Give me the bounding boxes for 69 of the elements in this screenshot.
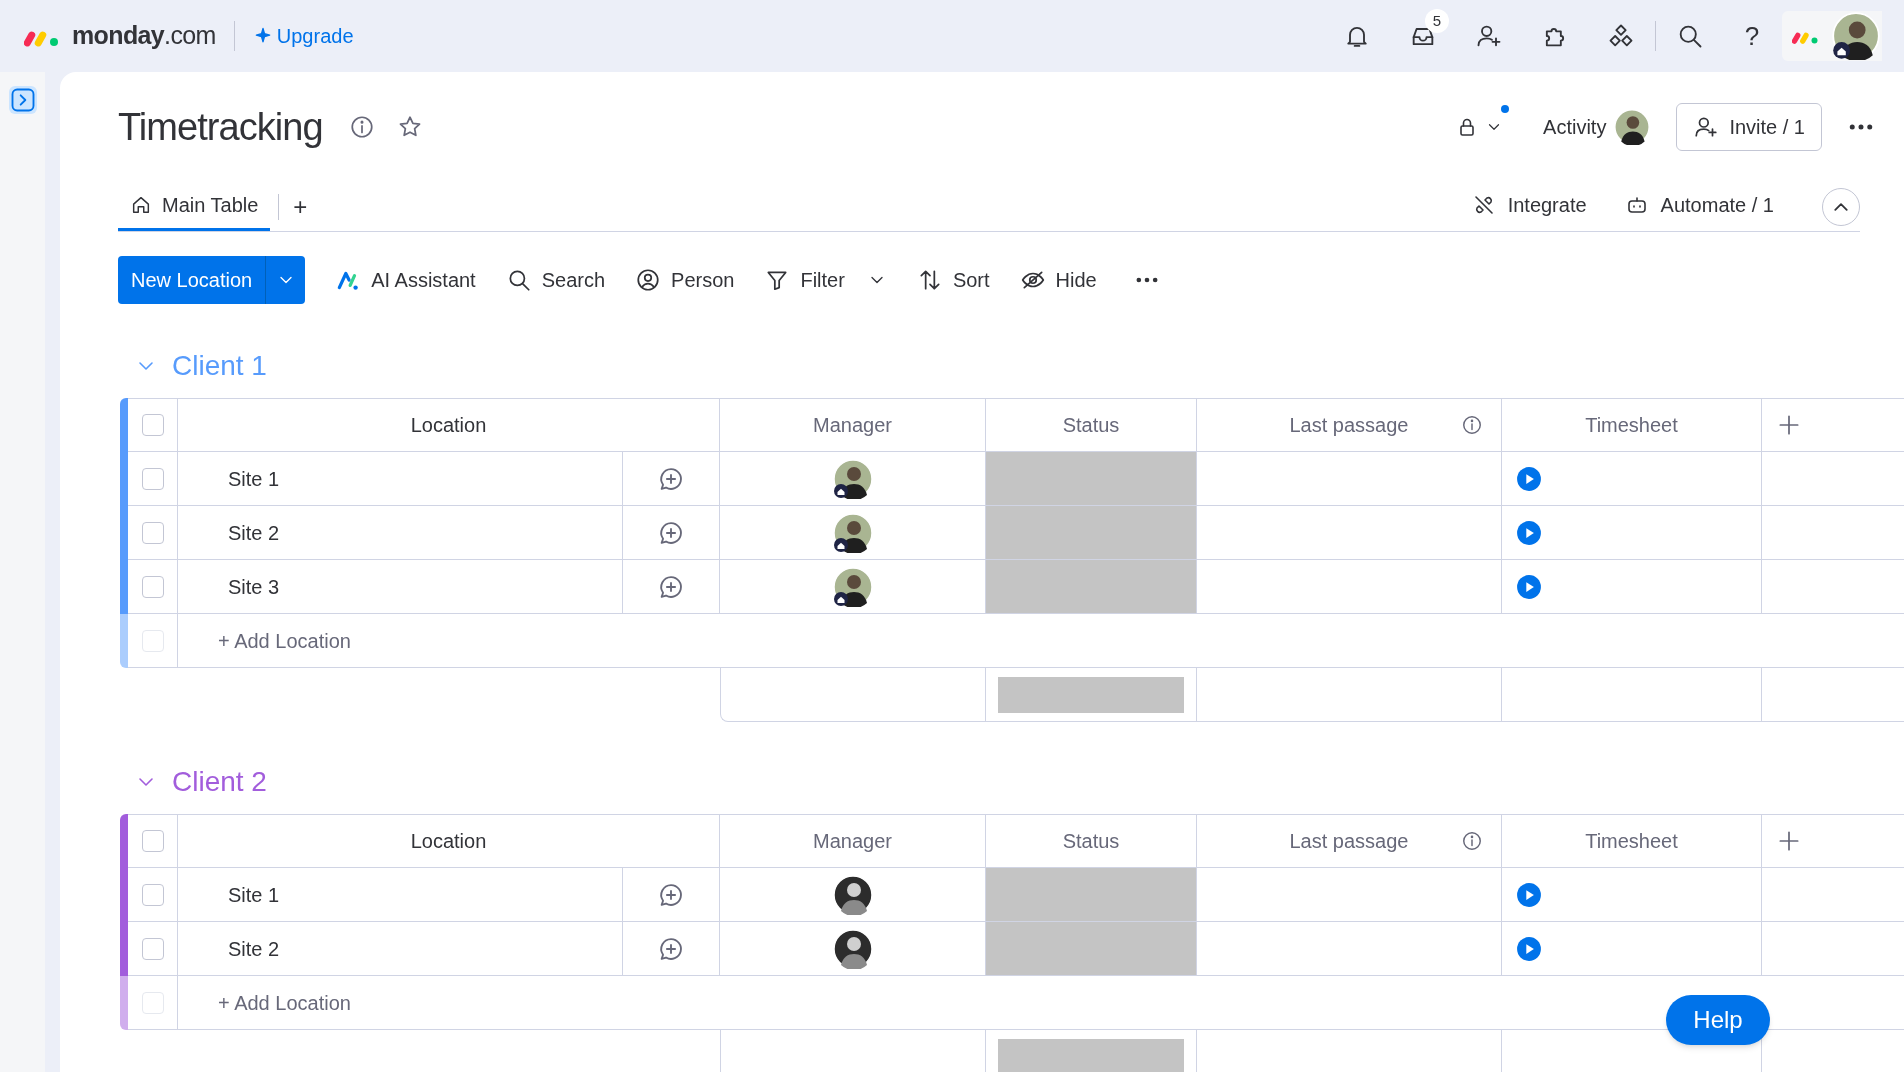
help-button[interactable]: Help (1666, 995, 1770, 1045)
play-icon[interactable] (1516, 573, 1542, 600)
column-header: Location (410, 413, 487, 438)
integrate-button[interactable]: Integrate (1471, 182, 1587, 228)
item-name[interactable]: Site 1 (228, 879, 280, 910)
status-cell[interactable] (986, 452, 1197, 506)
avatar (1614, 109, 1651, 145)
item-name[interactable]: Site 3 (228, 571, 280, 602)
toolbar-button[interactable]: Hide (1019, 265, 1097, 295)
checkbox[interactable] (141, 575, 164, 598)
info-icon[interactable] (1461, 830, 1483, 852)
activity-button[interactable]: Activity (1543, 109, 1651, 145)
view-tab[interactable]: Main Table (118, 182, 271, 231)
column-header: Manager (813, 829, 892, 854)
toolbar-button[interactable]: Person (635, 265, 735, 295)
play-icon[interactable] (1516, 935, 1542, 962)
checkbox[interactable] (141, 883, 164, 906)
column-header: Last passage (1289, 829, 1409, 854)
item-name[interactable]: Site 2 (228, 517, 280, 548)
add-view-button[interactable]: + (279, 182, 322, 231)
avatar (1832, 12, 1880, 60)
add-item-link[interactable]: + Add Location (218, 625, 351, 656)
group-title[interactable]: Client 2 (172, 761, 267, 803)
logo-text: monday.com (72, 20, 216, 52)
toolbar-button[interactable]: Search (505, 265, 606, 295)
automate-button[interactable]: Automate / 1 (1624, 182, 1774, 228)
column-header: Location (410, 829, 487, 854)
play-icon[interactable] (1516, 519, 1542, 546)
table-cell[interactable] (1197, 868, 1502, 922)
checkbox[interactable] (141, 937, 164, 960)
status-cell[interactable] (986, 560, 1197, 614)
checkbox[interactable] (141, 521, 164, 544)
info-icon[interactable] (348, 114, 375, 140)
upgrade-button[interactable]: Upgrade (252, 21, 354, 51)
info-icon[interactable] (1461, 414, 1483, 436)
home-icon (130, 194, 152, 216)
toolbar-button[interactable]: AI Assistant (335, 265, 476, 295)
person-icon (635, 267, 662, 293)
board-title: Timetracking (118, 104, 323, 150)
chevron-up-icon (1834, 202, 1848, 211)
profile-area[interactable] (1782, 11, 1882, 61)
sidebar-toggle-icon[interactable] (8, 86, 37, 114)
status-cell[interactable] (986, 506, 1197, 560)
play-icon[interactable] (1516, 881, 1542, 908)
table-cell[interactable] (1197, 506, 1502, 560)
play-icon[interactable] (1516, 465, 1542, 492)
column-header: Status (1062, 829, 1120, 854)
toolbar-button[interactable]: Sort (916, 265, 990, 295)
column-header: Timesheet (1585, 413, 1678, 438)
toolbar-button[interactable]: Filter (764, 265, 887, 295)
column-header: Timesheet (1585, 829, 1678, 854)
table-cell[interactable] (1197, 452, 1502, 506)
count-badge: 5 (1425, 9, 1449, 33)
column-header: Last passage (1289, 413, 1409, 438)
item-name[interactable]: Site 2 (228, 933, 280, 964)
add-item-link[interactable]: + Add Location (218, 987, 351, 1018)
checkbox[interactable] (141, 467, 164, 490)
status-cell[interactable] (986, 868, 1197, 922)
column-header: Manager (813, 413, 892, 438)
new-item-button[interactable]: New Location (118, 256, 306, 304)
table-cell[interactable] (1197, 560, 1502, 614)
table-cell[interactable] (1197, 922, 1502, 976)
checkbox[interactable] (141, 830, 164, 852)
button-label[interactable]: New Location (118, 256, 266, 304)
item-name[interactable]: Site 1 (228, 463, 280, 494)
status-cell[interactable] (986, 922, 1197, 976)
column-header: Status (1062, 413, 1120, 438)
invite-button[interactable]: Invite / 1 (1676, 103, 1822, 151)
checkbox[interactable] (141, 414, 164, 436)
